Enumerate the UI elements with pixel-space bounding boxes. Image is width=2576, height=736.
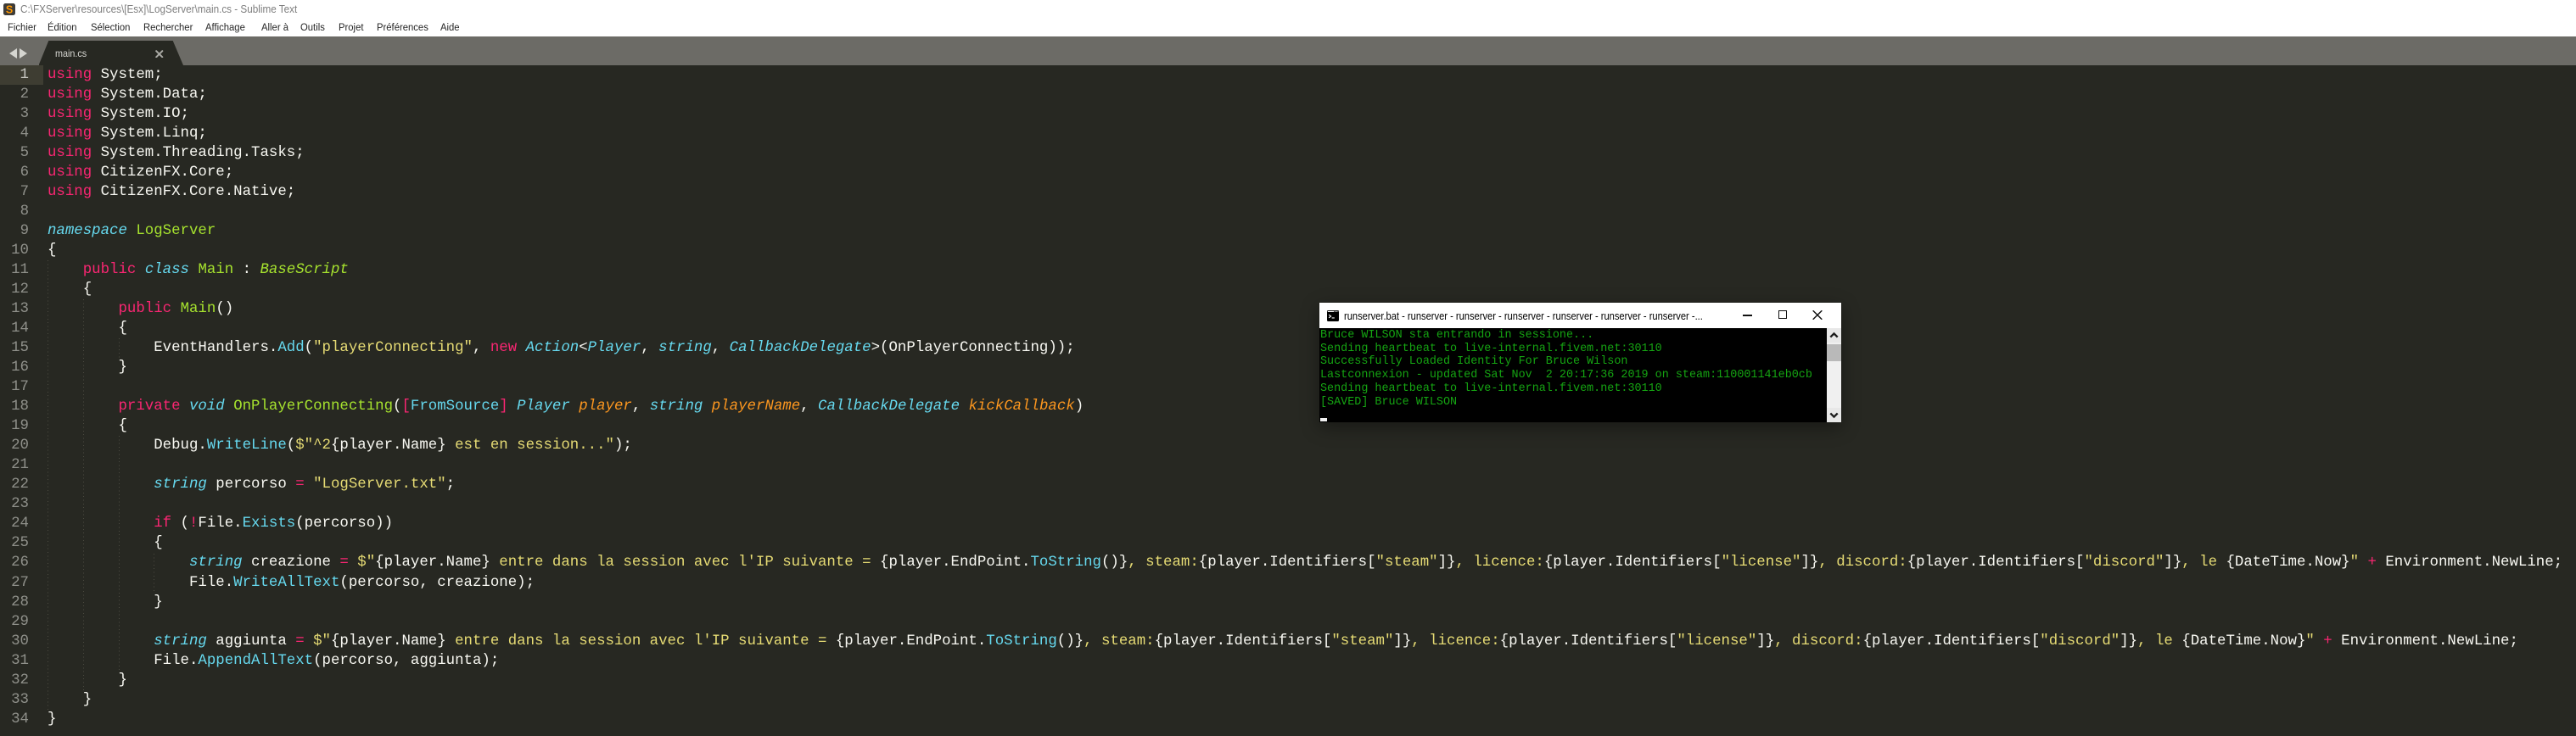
svg-text:S: S (6, 3, 13, 15)
